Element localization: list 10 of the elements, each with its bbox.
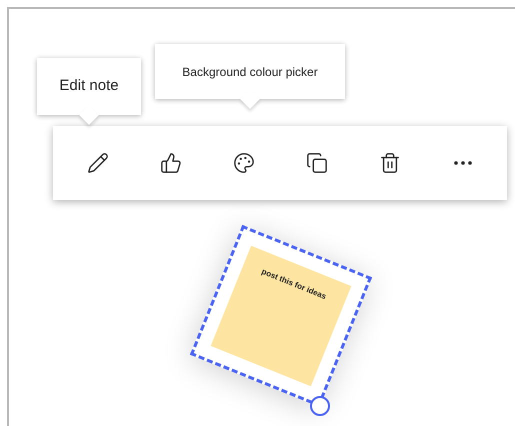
note-text: post this for ideas [259, 266, 328, 304]
thumbs-up-icon [160, 152, 182, 174]
pencil-icon [86, 152, 108, 174]
tooltip-text: Background colour picker [182, 64, 318, 80]
trash-icon [378, 152, 400, 174]
tooltip-text: Edit note [59, 76, 119, 96]
rotate-handle[interactable] [310, 396, 330, 416]
palette-icon [232, 152, 254, 174]
copy-icon [306, 152, 328, 174]
more-icon [454, 161, 472, 165]
